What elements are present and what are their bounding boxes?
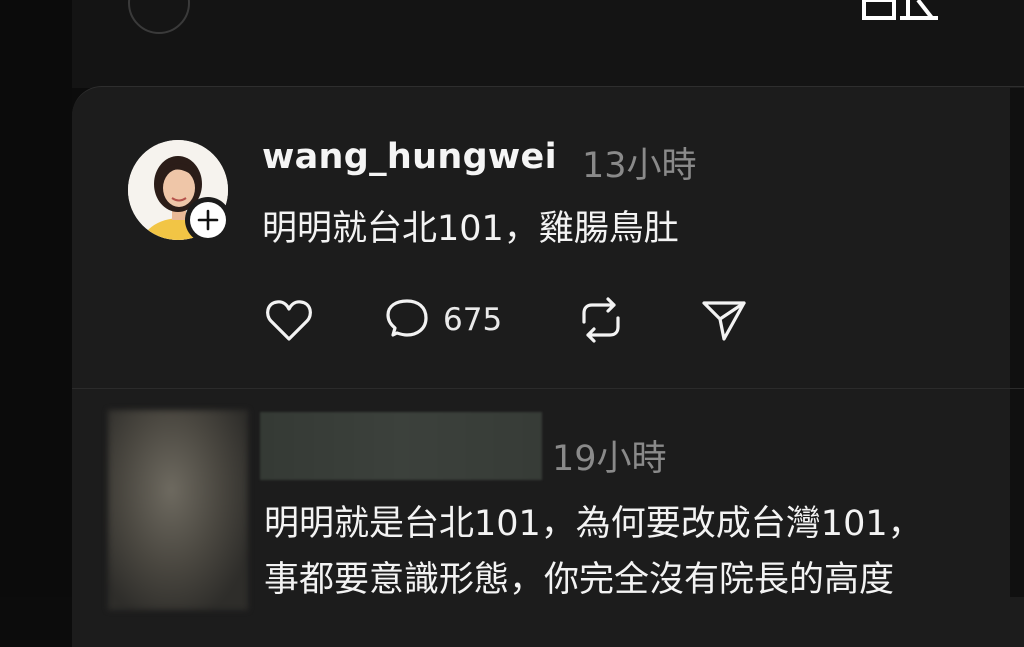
reply-timestamp: 19小時	[552, 439, 667, 479]
partial-glyph-icon	[862, 0, 942, 22]
repost-button[interactable]	[576, 296, 626, 344]
heart-icon	[266, 300, 312, 341]
plus-icon	[197, 209, 219, 231]
share-button[interactable]	[700, 296, 748, 344]
repost-icon	[582, 297, 620, 343]
reply-username-blurred	[260, 412, 542, 480]
comment-count: 675	[443, 302, 503, 338]
left-margin	[0, 0, 72, 597]
reply-text-line-2: 事都要意識形態，你完全沒有院長的高度	[264, 560, 895, 600]
reply-avatar-blurred	[108, 410, 248, 610]
follow-button[interactable]	[185, 197, 231, 243]
post-text: 明明就台北101，雞腸鳥肚	[262, 209, 679, 249]
post-timestamp: 13小時	[582, 146, 697, 186]
comment-icon	[386, 299, 428, 337]
like-button[interactable]	[264, 296, 314, 344]
send-icon	[702, 301, 746, 341]
reply-text-line-1: 明明就是台北101，為何要改成台灣101，	[264, 504, 923, 544]
comment-button[interactable]: 675	[383, 296, 502, 344]
username-link[interactable]: wang_hungwei	[262, 137, 557, 177]
right-edge	[1010, 88, 1024, 597]
post-divider	[72, 388, 1024, 389]
